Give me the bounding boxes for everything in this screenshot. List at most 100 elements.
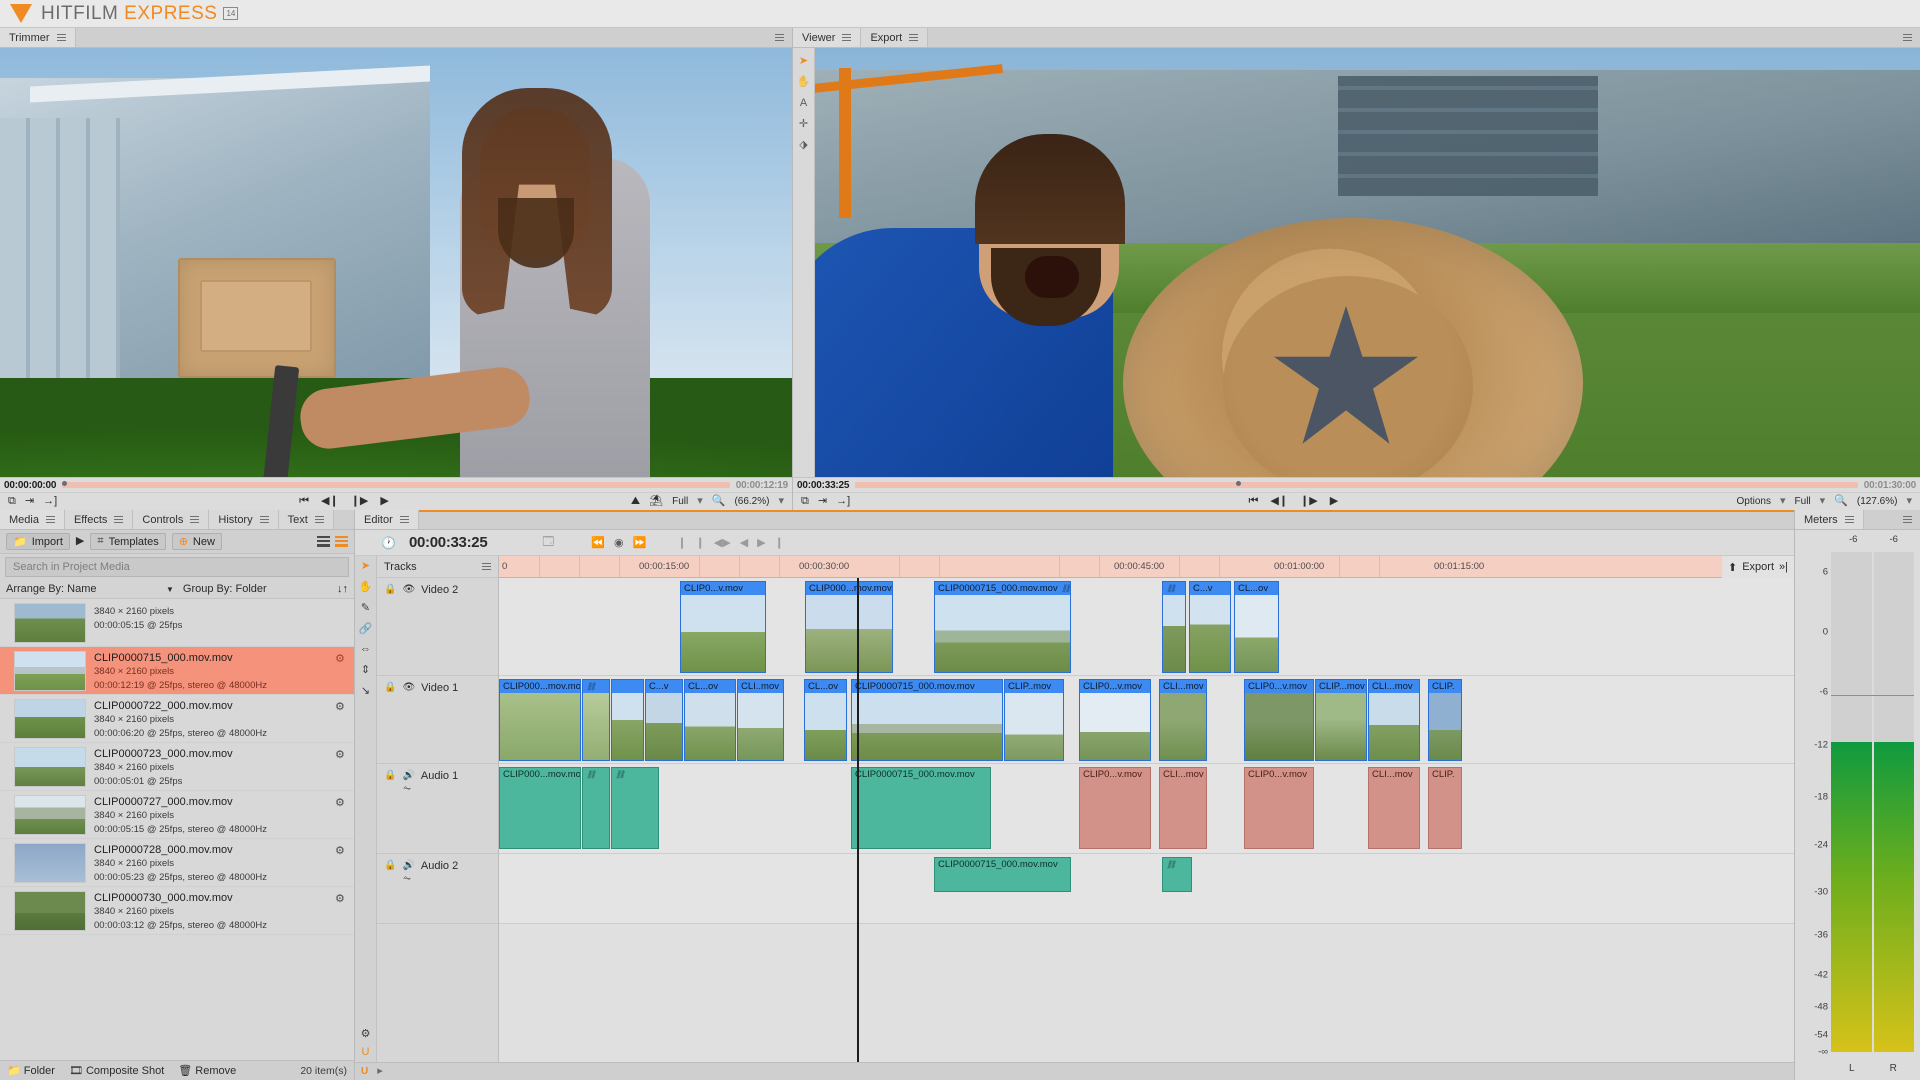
panel-menu-icon[interactable] xyxy=(909,34,919,41)
viewer-scrub-row[interactable]: 00:00:33:25 00:01:30:00 xyxy=(793,477,1920,492)
meters-options-icon[interactable] xyxy=(1903,516,1912,523)
track-lane-video1[interactable]: CLIP000...mov.mov ⛓ ⛓ xyxy=(499,676,1794,764)
viewer-options-icon[interactable] xyxy=(1903,34,1912,41)
timeline-export-control[interactable]: ⬆ Export »| xyxy=(1722,556,1794,578)
timeline-clip[interactable]: ⛓ xyxy=(582,767,610,849)
timeline-clip[interactable]: CLIP0000715_000.mov.mov ⛓ xyxy=(934,581,1071,673)
razor-slice-icon[interactable]: ✎ xyxy=(361,601,370,614)
list-item[interactable]: CLIP0000728_000.mov.mov 3840 × 2160 pixe… xyxy=(0,839,354,887)
speaker-icon[interactable]: 🔊 xyxy=(402,770,414,781)
timeline-clip[interactable]: CLIP0000715_000.mov.mov xyxy=(934,857,1071,892)
templates-button[interactable]: ⌗ Templates xyxy=(90,533,166,550)
timeline-clip[interactable]: C...v xyxy=(645,679,683,761)
slide-icon[interactable]: ▶ xyxy=(757,536,765,549)
list-item[interactable]: CLIP0000730_000.mov.mov 3840 × 2160 pixe… xyxy=(0,887,354,935)
composite-shot-button[interactable]: 🎞 Composite Shot xyxy=(69,1064,164,1077)
zoom-chevron-icon[interactable]: ▾ xyxy=(1906,496,1912,507)
timeline-clip[interactable]: CLIP...mov xyxy=(1315,679,1367,761)
timeline-tracks[interactable]: CLIP0...v.mov CLIP000...mov.mov CLIP0000… xyxy=(499,578,1794,1062)
gear-icon[interactable]: ⚙ xyxy=(335,844,346,857)
timeline-clip[interactable]: CLIP0...v.mov xyxy=(1244,679,1314,761)
viewer-playhead-handle[interactable] xyxy=(1236,481,1242,486)
lock-icon[interactable]: 🔒 xyxy=(384,682,396,693)
panel-menu-icon[interactable] xyxy=(842,34,852,41)
list-item[interactable]: CLIP0000723_000.mov.mov 3840 × 2160 pixe… xyxy=(0,743,354,791)
hand-pan-icon[interactable]: ✋ xyxy=(797,75,811,88)
trimmer-scrub-track[interactable] xyxy=(62,481,730,488)
trimmer-quality-label[interactable]: Full xyxy=(672,496,688,507)
arrange-chevron-icon[interactable]: ▼ xyxy=(166,585,174,594)
folder-button[interactable]: 📁 Folder xyxy=(7,1064,55,1077)
tab-controls[interactable]: Controls xyxy=(133,510,210,529)
timeline-clip[interactable]: CL...ov xyxy=(684,679,736,761)
remove-button[interactable]: 🗑 Remove xyxy=(178,1064,236,1077)
add-keyframe-icon[interactable]: ◉ xyxy=(614,536,624,549)
viewer-zoom-label[interactable]: (127.6%) xyxy=(1857,496,1898,507)
tab-export[interactable]: Export xyxy=(861,28,929,47)
viewer-scrub-track[interactable] xyxy=(855,481,1858,488)
step-back-icon[interactable]: ◀❙ xyxy=(1270,496,1288,507)
timeline-clip[interactable]: CLIP000...mov.mov xyxy=(805,581,893,673)
next-keyframe-icon[interactable]: ⏩ xyxy=(633,536,647,549)
slide-tool-icon[interactable]: ⇕ xyxy=(361,663,370,676)
detail-view-icon[interactable] xyxy=(335,536,348,547)
lock-icon[interactable]: 🔒 xyxy=(384,770,396,781)
select-arrow-icon[interactable]: ➤ xyxy=(797,54,810,67)
track-lane-audio2[interactable]: CLIP0000715_000.mov.mov ⛓ xyxy=(499,854,1794,924)
list-view-icon[interactable] xyxy=(317,536,330,547)
timeline-clip[interactable]: ⛓ xyxy=(611,767,659,849)
track-header-audio1[interactable]: 🔒 🔊 Audio 1 ⏦ xyxy=(377,764,498,854)
timeline-clip[interactable]: ⛓ xyxy=(1162,581,1186,673)
loop-icon[interactable]: ⧉ xyxy=(8,496,16,507)
export-frame-icon[interactable]: ⇥ xyxy=(818,496,827,507)
arrange-by-label[interactable]: Arrange By: Name xyxy=(6,583,166,595)
gear-icon[interactable]: ⚙ xyxy=(335,700,346,713)
list-item[interactable]: CLIP0000715_000.mov.mov 3840 × 2160 pixe… xyxy=(0,647,354,695)
hand-pan-icon[interactable]: ✋ xyxy=(359,580,373,593)
quality-chevron-icon[interactable]: ▾ xyxy=(1820,496,1826,507)
panel-menu-icon[interactable] xyxy=(399,516,409,523)
list-item[interactable]: CLIP0000727_000.mov.mov 3840 × 2160 pixe… xyxy=(0,791,354,839)
tab-media[interactable]: Media xyxy=(0,510,65,529)
ripple-trim-icon[interactable]: ◀▶ xyxy=(714,536,731,549)
safe-areas-icon[interactable]: ⛰ xyxy=(631,496,640,507)
razor-icon[interactable]: ❙ xyxy=(775,536,784,549)
timeline-zoom-out-icon[interactable]: ▸ xyxy=(377,1066,383,1077)
speaker-icon[interactable]: 🔊 xyxy=(402,860,414,871)
audio-waveform-icon[interactable]: ⏦ xyxy=(403,873,411,884)
panel-menu-icon[interactable] xyxy=(1844,516,1854,523)
step-forward-icon[interactable]: ❙▶ xyxy=(1300,496,1318,507)
slip-tool-icon[interactable]: ⇔ xyxy=(360,643,371,655)
text-tool-icon[interactable]: A xyxy=(797,96,810,109)
panel-menu-icon[interactable] xyxy=(190,516,200,523)
panel-menu-icon[interactable] xyxy=(114,516,124,523)
marker-out-icon[interactable]: ❙ xyxy=(696,536,705,549)
panel-menu-icon[interactable] xyxy=(314,516,324,523)
gear-icon[interactable]: ⚙ xyxy=(335,748,346,761)
mask-tool-icon[interactable]: ⬗ xyxy=(797,138,810,151)
tab-viewer[interactable]: Viewer xyxy=(793,28,862,47)
viewer-quality-label[interactable]: Full xyxy=(1795,496,1811,507)
rate-stretch-icon[interactable]: ↘ xyxy=(361,684,370,697)
sort-direction-icon[interactable]: ↓↑ xyxy=(337,583,348,595)
step-back-icon[interactable]: ◀❙ xyxy=(321,496,339,507)
tracks-menu-icon[interactable] xyxy=(482,563,491,570)
viewer-options-label[interactable]: Options xyxy=(1737,496,1771,507)
list-item[interactable]: 3840 × 2160 pixels 00:00:05:15 @ 25fps xyxy=(0,599,354,647)
gear-icon[interactable]: ⚙ xyxy=(335,652,346,665)
zoom-chevron-icon[interactable]: ▾ xyxy=(778,496,784,507)
insert-icon[interactable]: →] xyxy=(836,496,850,507)
timeline-clip[interactable]: CLIP000...mov.mov ⛓ xyxy=(499,767,581,849)
tab-meters[interactable]: Meters xyxy=(1795,510,1864,529)
timeline-clip[interactable]: CLIP0...v.mov xyxy=(680,581,766,673)
eye-icon[interactable]: 👁 xyxy=(402,682,415,693)
play-icon[interactable]: ▶ xyxy=(1330,496,1338,507)
timeline-clip[interactable] xyxy=(611,679,644,761)
tab-effects[interactable]: Effects xyxy=(64,510,134,529)
track-lane-video2[interactable]: CLIP0...v.mov CLIP000...mov.mov CLIP0000… xyxy=(499,578,1794,676)
snapshot-icon[interactable]: ⛱ xyxy=(649,496,663,507)
timeline-clip[interactable]: CLIP0...v.mov xyxy=(1079,767,1151,849)
editor-playhead-timecode[interactable]: 00:00:33:25 xyxy=(409,534,488,551)
panel-menu-icon[interactable] xyxy=(259,516,269,523)
timeline-clip[interactable]: CLIP. xyxy=(1428,767,1462,849)
